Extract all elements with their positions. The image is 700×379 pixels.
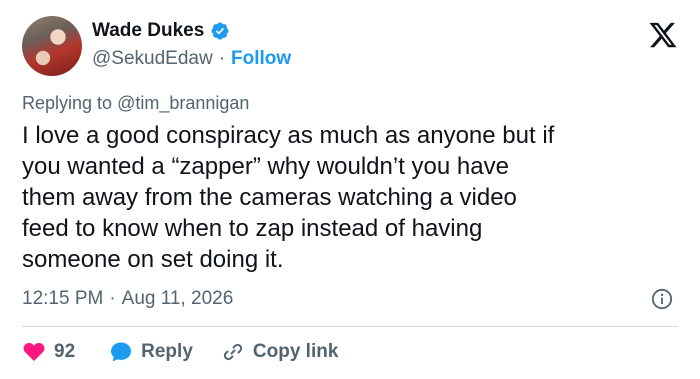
replying-to-prefix: Replying to [22, 93, 118, 113]
heart-icon [23, 343, 45, 361]
divider [22, 326, 678, 327]
action-bar: 92 Reply Copy link [22, 338, 338, 366]
tweet-timestamp[interactable]: 12:15 PM · Aug 11, 2026 [22, 288, 233, 310]
author-display-name[interactable]: Wade Dukes [92, 20, 204, 42]
replying-to-handle[interactable]: @tim_brannigan [117, 93, 249, 113]
author-handle-row: @SekudEdaw · Follow [92, 48, 291, 70]
copy-link-button[interactable]: Copy link [221, 340, 339, 364]
tweet-date: Aug 11, 2026 [121, 288, 234, 309]
copy-link-label: Copy link [252, 341, 339, 362]
timestamp-separator: · [109, 288, 116, 309]
x-logo-icon[interactable] [648, 20, 678, 50]
info-icon[interactable] [651, 288, 673, 310]
author-handle[interactable]: @SekudEdaw [92, 48, 213, 70]
tweet-card: Wade Dukes @SekudEdaw · Follow Replying … [0, 0, 700, 379]
avatar[interactable] [22, 16, 82, 76]
handle-separator: · [218, 48, 226, 69]
author-name-row: Wade Dukes [92, 20, 230, 42]
reply-label: Reply [141, 341, 193, 362]
tweet-time: 12:15 PM [22, 288, 104, 309]
reply-bubble-icon [111, 342, 132, 362]
verified-badge-icon [211, 22, 229, 40]
like-count: 92 [54, 341, 76, 362]
tweet-text: I love a good conspiracy as much as anyo… [22, 122, 555, 273]
reply-button[interactable]: Reply [109, 340, 193, 364]
replying-to-line: Replying to @tim_brannigan [22, 93, 249, 114]
link-icon [223, 343, 243, 361]
like-button[interactable]: 92 [22, 340, 75, 364]
follow-button[interactable]: Follow [231, 48, 291, 70]
